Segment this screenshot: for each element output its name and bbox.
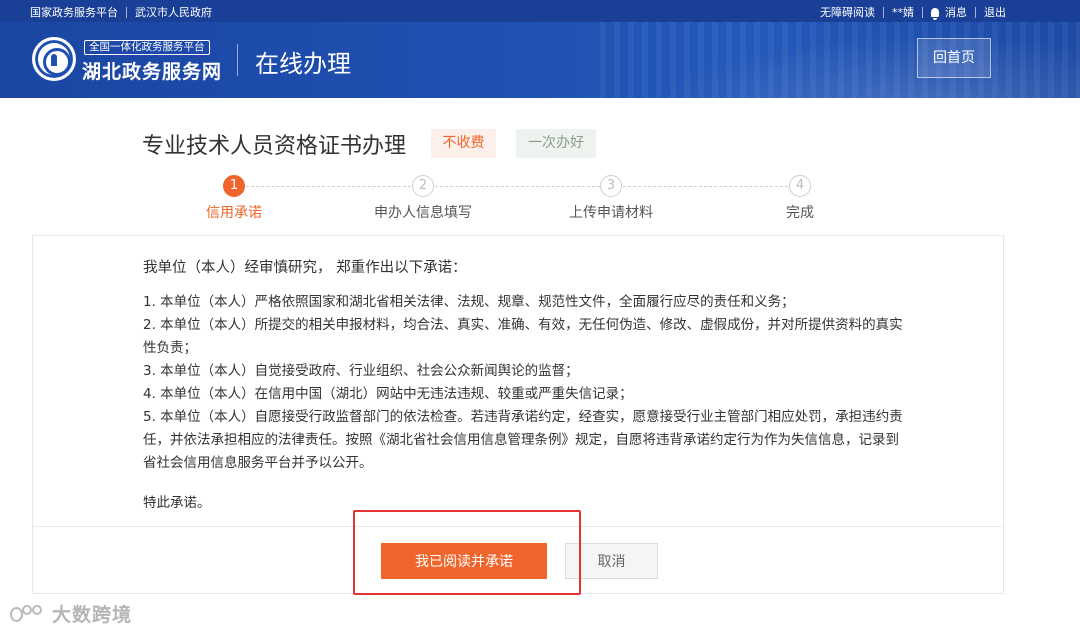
link-national-gov-platform[interactable]: 国家政务服务平台 bbox=[30, 4, 118, 20]
step-1-number: 1 bbox=[223, 175, 245, 197]
step-connector bbox=[246, 186, 411, 187]
one-visit-tag: 一次办好 bbox=[516, 129, 596, 158]
divider bbox=[922, 6, 923, 18]
bell-icon[interactable] bbox=[931, 7, 939, 20]
top-right-links: 无障碍阅读 **婧 消息 退出 bbox=[820, 4, 1006, 20]
commitment-item: 4. 本单位（本人）在信用中国（湖北）网站中无违法违规、较重或严重失信记录； bbox=[143, 386, 633, 402]
page-title: 在线办理 bbox=[255, 50, 351, 78]
step-connector bbox=[435, 186, 600, 187]
link-accessibility[interactable]: 无障碍阅读 bbox=[820, 4, 875, 20]
logo-subtitle: 全国一体化政务服务平台 bbox=[84, 40, 210, 55]
commitment-items: 1. 本单位（本人）严格依照国家和湖北省相关法律、法规、规章、规范性文件，全面履… bbox=[143, 291, 903, 475]
site-header: 全国一体化政务服务平台 湖北政务服务网 在线办理 回首页 bbox=[0, 22, 1080, 98]
commitment-item: 3. 本单位（本人）自觉接受政府、行业组织、社会公众新闻舆论的监督； bbox=[143, 363, 579, 379]
site-emblem-icon[interactable] bbox=[32, 37, 76, 81]
logo-title[interactable]: 湖北政务服务网 bbox=[82, 57, 222, 84]
service-title: 专业技术人员资格证书办理 bbox=[142, 134, 407, 159]
header-cityscape-decoration bbox=[600, 22, 1080, 98]
watermark-logo-icon bbox=[10, 603, 48, 625]
divider bbox=[975, 6, 976, 18]
step-4-label: 完成 bbox=[786, 205, 814, 221]
step-2-label: 申办人信息填写 bbox=[374, 205, 472, 221]
link-logout[interactable]: 退出 bbox=[984, 4, 1006, 20]
step-2-number: 2 bbox=[412, 175, 434, 197]
top-left-links: 国家政务服务平台 武汉市人民政府 bbox=[30, 4, 212, 20]
link-messages[interactable]: 消息 bbox=[945, 4, 967, 20]
watermark-text: 大数跨境 bbox=[52, 604, 133, 626]
step-connector bbox=[623, 186, 788, 187]
divider bbox=[126, 6, 127, 18]
free-of-charge-tag: 不收费 bbox=[431, 129, 496, 158]
link-wuhan-gov[interactable]: 武汉市人民政府 bbox=[135, 4, 212, 20]
watermark: 大数跨境 bbox=[10, 600, 132, 627]
highlight-annotation-box bbox=[353, 510, 581, 595]
step-3-number: 3 bbox=[600, 175, 622, 197]
commitment-item: 5. 本单位（本人）自愿接受行政监督部门的依法检查。若违背承诺约定，经查实，愿意… bbox=[143, 409, 903, 471]
step-4-number: 4 bbox=[789, 175, 811, 197]
commitment-item: 1. 本单位（本人）严格依照国家和湖北省相关法律、法规、规章、规范性文件，全面履… bbox=[143, 294, 795, 310]
step-1-label: 信用承诺 bbox=[206, 205, 262, 221]
commitment-item: 2. 本单位（本人）所提交的相关申报材料，均合法、真实、准确、有效，无任何伪造、… bbox=[143, 317, 903, 356]
commitment-closing: 特此承诺。 bbox=[143, 495, 211, 511]
home-button[interactable]: 回首页 bbox=[917, 38, 991, 78]
header-divider bbox=[237, 44, 238, 76]
commitment-lead: 我单位（本人）经审慎研究， 郑重作出以下承诺： bbox=[143, 260, 467, 276]
divider bbox=[883, 6, 884, 18]
top-utility-bar: 国家政务服务平台 武汉市人民政府 无障碍阅读 **婧 消息 退出 bbox=[0, 0, 1080, 22]
user-name[interactable]: **婧 bbox=[892, 4, 914, 20]
step-3-label: 上传申请材料 bbox=[569, 205, 653, 221]
